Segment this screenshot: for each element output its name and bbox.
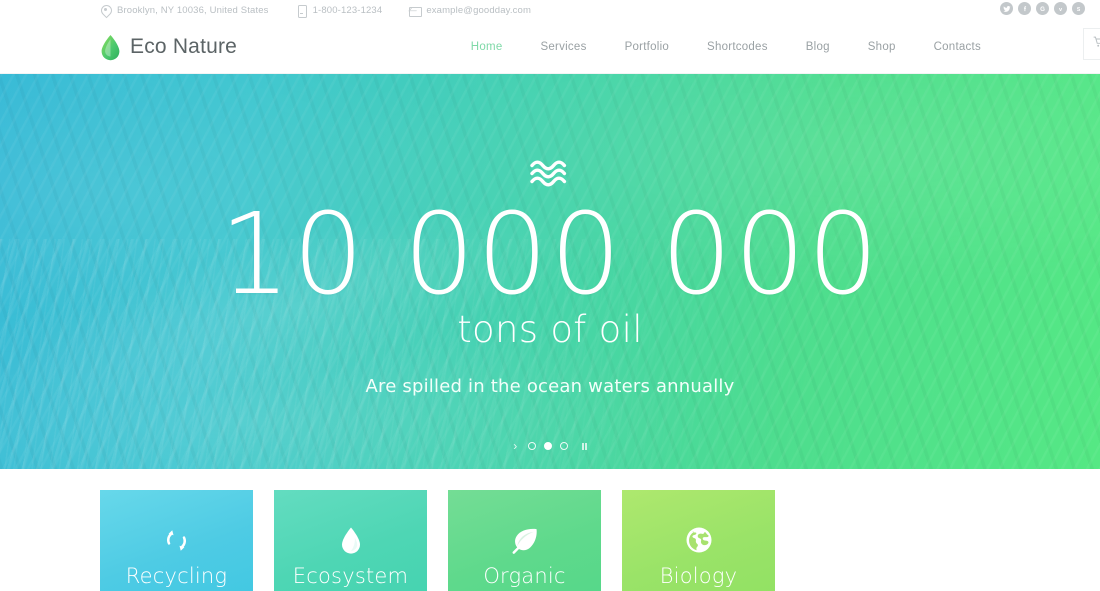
skype-icon[interactable]: S	[1072, 2, 1085, 15]
service-card-recycling[interactable]: Recycling	[100, 490, 253, 591]
nav-item-shop[interactable]: Shop	[849, 41, 915, 53]
brand-logo[interactable]: Eco Nature	[100, 34, 237, 61]
service-cards: Recycling Ecosystem Organic Biology	[100, 490, 1000, 591]
slider-dot-2[interactable]	[544, 442, 553, 450]
email-item[interactable]: example@goodday.com	[409, 5, 531, 17]
service-card-label: Biology	[659, 564, 738, 588]
social-links: G v S	[1000, 2, 1085, 15]
slider-pause-button[interactable]	[582, 442, 587, 450]
phone-icon	[296, 4, 307, 18]
shopping-cart-button[interactable]	[1083, 27, 1100, 60]
globe-icon	[622, 524, 775, 556]
top-contact-bar: Brooklyn, NY 10036, United States 1-800-…	[0, 0, 1100, 21]
leaf-drop-icon	[100, 34, 121, 61]
recycle-icon	[100, 524, 253, 556]
phone-text: 1-800-123-1234	[312, 5, 383, 16]
leaf-icon	[448, 524, 601, 556]
brand-name: Eco Nature	[130, 35, 238, 58]
svg-text:S: S	[1077, 7, 1081, 13]
facebook-icon[interactable]	[1018, 2, 1031, 15]
nav-item-blog[interactable]: Blog	[787, 41, 849, 53]
google-plus-icon[interactable]: G	[1036, 2, 1049, 15]
service-card-label: Recycling	[125, 564, 228, 588]
hero-slider: 10 000 000 tons of oil Are spilled in th…	[0, 74, 1100, 469]
address-text: Brooklyn, NY 10036, United States	[117, 5, 269, 16]
phone-item[interactable]: 1-800-123-1234	[296, 4, 383, 18]
nav-item-services[interactable]: Services	[521, 41, 605, 53]
shopping-cart-icon	[1093, 35, 1100, 53]
slider-dot-1[interactable]	[528, 442, 537, 450]
service-card-ecosystem[interactable]: Ecosystem	[274, 490, 427, 591]
water-waves-icon	[528, 156, 572, 190]
service-card-biology[interactable]: Biology	[622, 490, 775, 591]
nav-item-contacts[interactable]: Contacts	[915, 41, 1000, 53]
slider-controls: ›	[0, 440, 1100, 452]
service-card-label: Ecosystem	[292, 564, 409, 588]
nav-item-portfolio[interactable]: Portfolio	[606, 41, 688, 53]
hero-subheadline: tons of oil	[457, 308, 643, 352]
slider-next-arrow[interactable]: ›	[513, 440, 517, 452]
water-drop-icon	[274, 524, 427, 556]
location-pin-icon	[100, 5, 111, 17]
nav-item-shortcodes[interactable]: Shortcodes	[688, 41, 787, 53]
hero-headline: 10 000 000	[219, 190, 881, 320]
site-header: Eco Nature Home Services Portfolio Short…	[0, 21, 1100, 74]
slider-dot-3[interactable]	[560, 442, 569, 450]
address-item: Brooklyn, NY 10036, United States	[100, 5, 269, 17]
svg-text:G: G	[1040, 6, 1045, 13]
main-navigation: Home Services Portfolio Shortcodes Blog …	[452, 41, 1000, 53]
nav-item-home[interactable]: Home	[452, 41, 522, 53]
service-card-label: Organic	[483, 564, 566, 588]
email-text: example@goodday.com	[426, 5, 532, 16]
svg-text:v: v	[1059, 7, 1063, 13]
hero-description: Are spilled in the ocean waters annually	[365, 376, 735, 398]
twitter-icon[interactable]	[1000, 2, 1013, 15]
vimeo-icon[interactable]: v	[1054, 2, 1067, 15]
service-card-organic[interactable]: Organic	[448, 490, 601, 591]
mail-icon	[409, 5, 423, 17]
